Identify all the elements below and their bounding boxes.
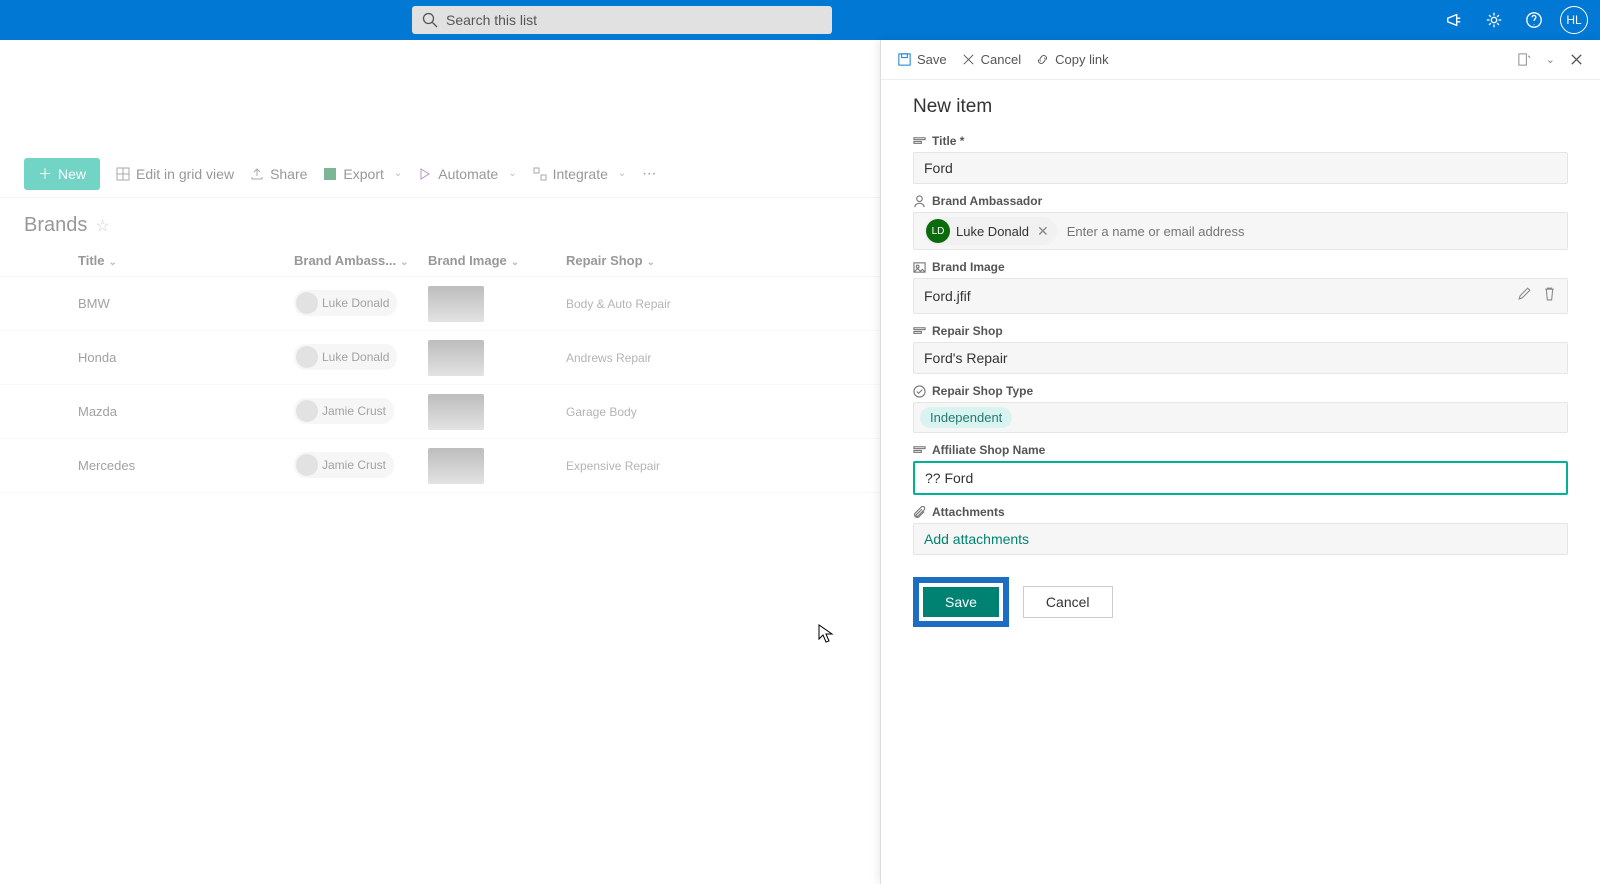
person-avatar: LD	[926, 219, 950, 243]
row-image	[428, 394, 566, 430]
export-button[interactable]: Export⌄	[323, 166, 402, 182]
panel-save-button[interactable]: Save	[897, 52, 947, 67]
attachments-label: Attachments	[913, 505, 1568, 519]
gear-icon[interactable]	[1474, 0, 1514, 40]
edit-grid-button[interactable]: Edit in grid view	[116, 166, 234, 182]
copy-link-button[interactable]: Copy link	[1035, 52, 1108, 67]
panel-command-bar: Save Cancel Copy link ⌄	[881, 40, 1600, 80]
row-shop: Expensive Repair	[566, 459, 706, 473]
panel-title: New item	[913, 96, 1568, 118]
image-icon	[913, 261, 926, 274]
search-icon	[422, 12, 438, 28]
column-shop[interactable]: Repair Shop⌄	[566, 253, 706, 268]
share-button[interactable]: Share	[250, 166, 307, 182]
edit-image-icon[interactable]	[1517, 286, 1532, 306]
close-icon	[961, 52, 976, 67]
row-title: Mercedes	[24, 458, 294, 473]
affiliate-field-label: Affiliate Shop Name	[913, 443, 1568, 457]
shop-field-label: Repair Shop	[913, 324, 1568, 338]
text-icon	[913, 325, 926, 338]
megaphone-icon[interactable]	[1434, 0, 1474, 40]
remove-person-icon[interactable]: ✕	[1037, 223, 1049, 240]
row-shop: Body & Auto Repair	[566, 297, 706, 311]
user-avatar[interactable]: HL	[1560, 6, 1588, 34]
attachments-area[interactable]: Add attachments	[913, 523, 1568, 555]
chevron-down-icon[interactable]: ⌄	[1546, 53, 1555, 66]
shoptype-field-label: Repair Shop Type	[913, 384, 1568, 398]
cancel-form-button[interactable]: Cancel	[1023, 586, 1113, 618]
row-ambassador: Jamie Crust	[294, 398, 428, 425]
shoptype-tag: Independent	[920, 407, 1012, 428]
column-ambassador[interactable]: Brand Ambass...⌄	[294, 253, 428, 268]
row-image	[428, 286, 566, 322]
image-input[interactable]: Ford.jfif	[913, 278, 1568, 314]
row-ambassador: Jamie Crust	[294, 452, 428, 479]
save-button-highlight: Save	[913, 577, 1009, 627]
new-item-panel: Save Cancel Copy link ⌄ New item Title *…	[880, 40, 1600, 884]
row-shop: Andrews Repair	[566, 351, 706, 365]
automate-button[interactable]: Automate⌄	[418, 166, 516, 182]
row-title: BMW	[24, 296, 294, 311]
affiliate-input[interactable]: ?? Ford	[913, 461, 1568, 495]
column-title[interactable]: Title⌄	[24, 253, 294, 268]
search-placeholder: Search this list	[446, 12, 537, 28]
panel-cancel-button[interactable]: Cancel	[961, 52, 1021, 67]
text-icon	[913, 135, 926, 148]
choice-icon	[913, 385, 926, 398]
save-icon	[897, 52, 912, 67]
ambassador-text-input[interactable]	[1067, 224, 1557, 239]
save-form-button[interactable]: Save	[923, 587, 999, 617]
person-icon	[913, 195, 926, 208]
favorite-star-icon[interactable]: ☆	[95, 216, 109, 236]
add-attachments-link[interactable]: Add attachments	[924, 531, 1029, 547]
more-button[interactable]: ⋯	[642, 165, 656, 182]
row-title: Mazda	[24, 404, 294, 419]
row-shop: Garage Body	[566, 405, 706, 419]
ambassador-input[interactable]: LD Luke Donald ✕	[913, 212, 1568, 250]
text-icon	[913, 444, 926, 457]
edit-form-icon[interactable]	[1517, 52, 1532, 67]
title-field-label: Title *	[913, 134, 1568, 148]
row-ambassador: Luke Donald	[294, 290, 428, 317]
column-image[interactable]: Brand Image⌄	[428, 253, 566, 268]
mouse-cursor	[818, 624, 834, 644]
delete-image-icon[interactable]	[1542, 286, 1557, 306]
row-image	[428, 448, 566, 484]
search-list-input[interactable]: Search this list	[412, 6, 832, 34]
row-image	[428, 340, 566, 376]
help-icon[interactable]	[1514, 0, 1554, 40]
shoptype-input[interactable]: Independent	[913, 402, 1568, 433]
image-field-label: Brand Image	[913, 260, 1568, 274]
attachment-icon	[913, 506, 926, 519]
title-input[interactable]: Ford	[913, 152, 1568, 184]
shop-input[interactable]: Ford's Repair	[913, 342, 1568, 374]
link-icon	[1035, 52, 1050, 67]
ambassador-field-label: Brand Ambassador	[913, 194, 1568, 208]
person-chip: LD Luke Donald ✕	[924, 217, 1057, 245]
integrate-button[interactable]: Integrate⌄	[533, 166, 627, 182]
row-title: Honda	[24, 350, 294, 365]
row-ambassador: Luke Donald	[294, 344, 428, 371]
close-panel-button[interactable]	[1569, 52, 1584, 67]
top-suite-bar: Search this list HL	[0, 0, 1600, 40]
new-button[interactable]: ＋New	[24, 158, 100, 190]
